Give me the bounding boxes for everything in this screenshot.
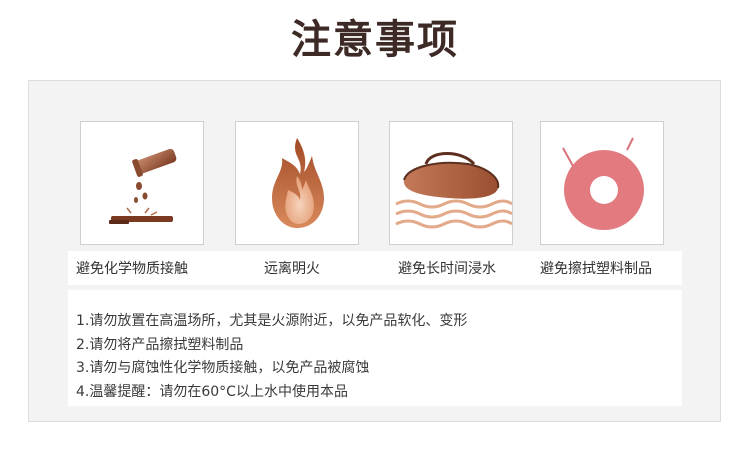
plastic-card: [540, 121, 664, 245]
note-item: 1.请勿放置在高温场所，尤其是火源附近，以免产品软化、变形: [76, 313, 468, 329]
page: 注意事项 避免化学物质接触 远离明火 避免长时间浸水 避免擦拭塑料制品 1.请勿…: [0, 0, 750, 460]
page-title: 注意事项: [291, 17, 459, 63]
caption-chemical: 避免化学物质接触: [76, 261, 188, 277]
soak-card: [389, 121, 513, 245]
caption-fire: 远离明火: [264, 261, 320, 277]
soak-icon: [395, 152, 512, 229]
chemical-icon: [109, 148, 177, 224]
note-item: 3.请勿与腐蚀性化学物质接触，以免产品被腐蚀: [76, 360, 370, 376]
caption-plastic: 避免擦拭塑料制品: [540, 261, 652, 277]
note-item: 4.温馨提醒：请勿在60°C以上水中使用本品: [76, 384, 348, 400]
chemical-card: [80, 121, 204, 245]
caption-soak: 避免长时间浸水: [398, 261, 496, 277]
note-item: 2.请勿将产品擦拭塑料制品: [76, 337, 244, 353]
fire-icon: [272, 138, 324, 228]
fire-card: [235, 121, 359, 245]
plastic-icon: [562, 137, 644, 230]
